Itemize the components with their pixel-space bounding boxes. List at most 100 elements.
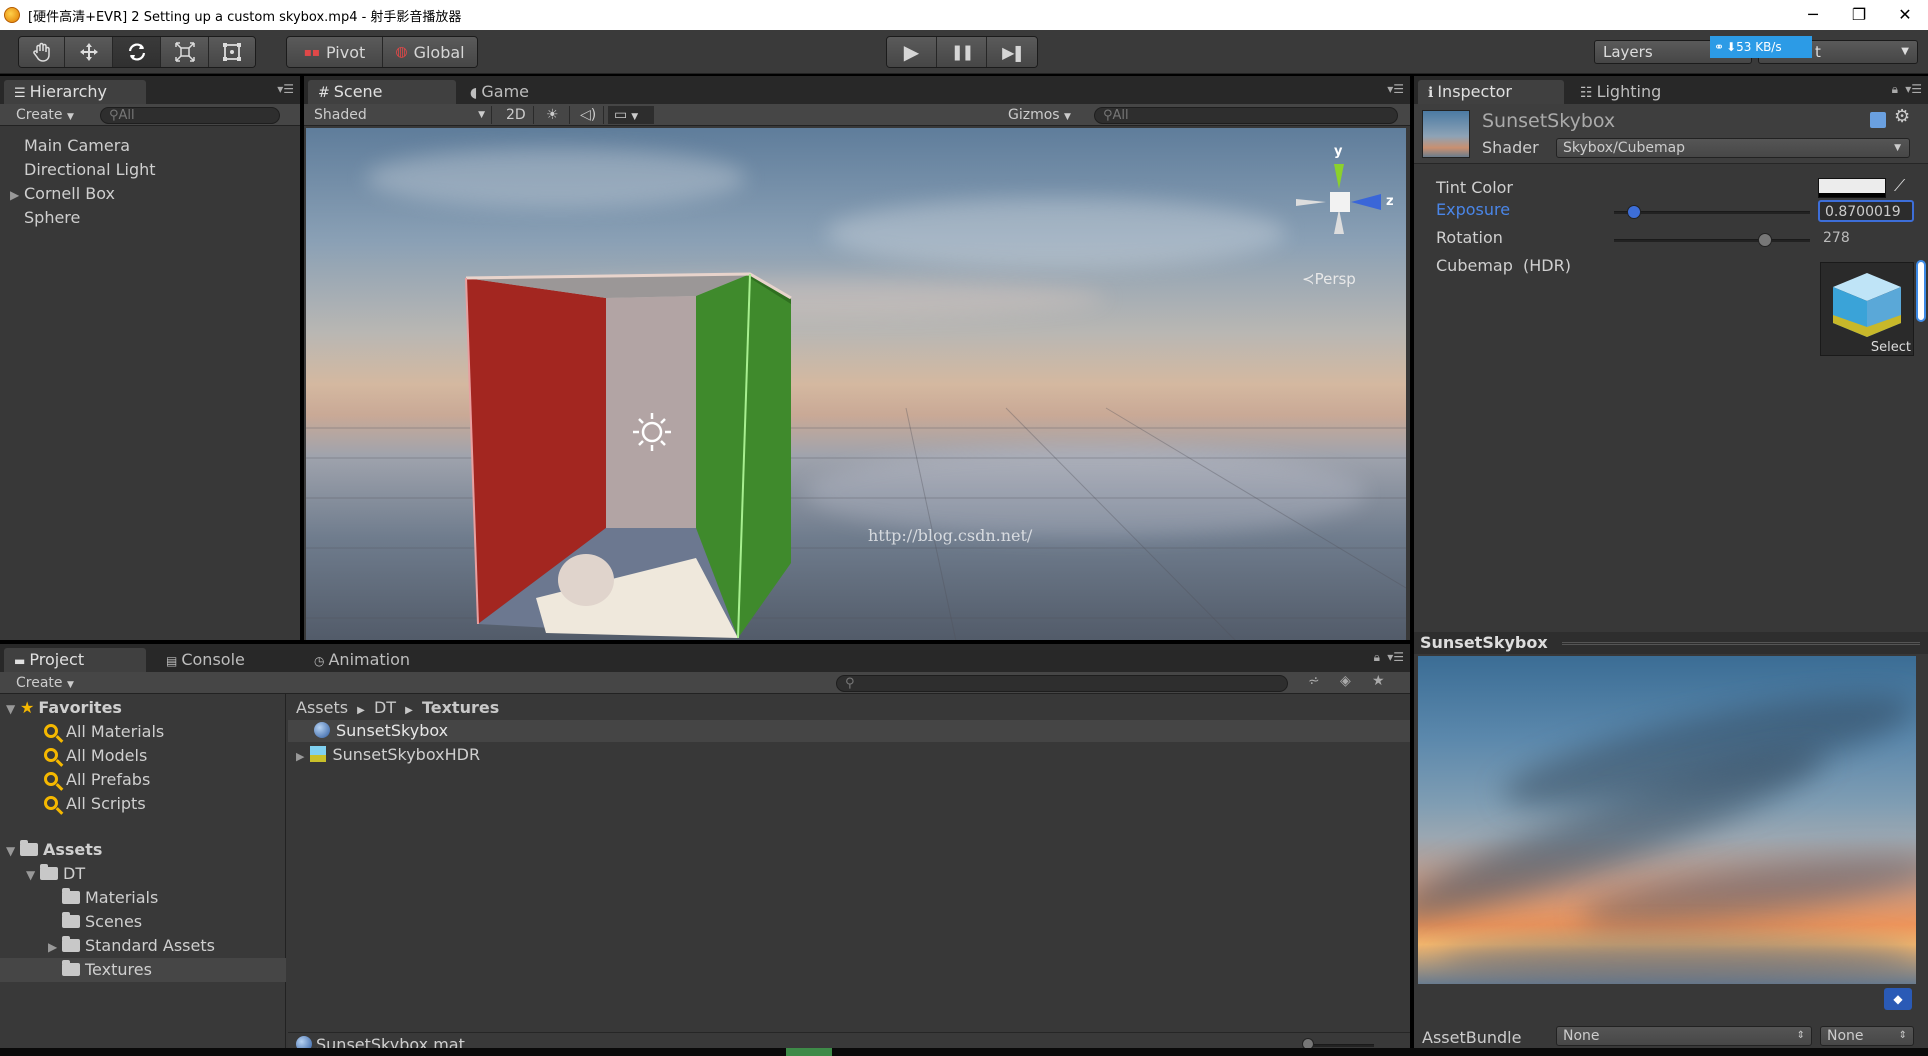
dt-folder[interactable]: ▼DT [26, 862, 85, 886]
scene-viewport[interactable]: http://blog.csdn.net/ y z ≺Persp [306, 128, 1406, 640]
assetbundle-variant-dropdown[interactable]: None⇕ [1820, 1026, 1914, 1046]
close-button[interactable]: ✕ [1882, 0, 1928, 30]
tab-game[interactable]: ◖Game [460, 80, 600, 104]
assetbundle-dropdown[interactable]: None⇕ [1556, 1026, 1812, 1046]
panel-menu-icon[interactable]: ▾☰ [277, 82, 294, 96]
preview-drag-handle[interactable] [1562, 642, 1920, 645]
favorite-item[interactable]: All Materials [44, 720, 164, 744]
hierarchy-item[interactable]: Main Camera [10, 134, 130, 158]
scroll-indicator[interactable] [1916, 260, 1926, 322]
panel-menu-icon[interactable]: ▾☰ [1387, 82, 1404, 96]
rotate-tool-button[interactable] [113, 37, 161, 67]
global-button[interactable]: ◍ Global [383, 37, 477, 67]
book-help-icon[interactable] [1870, 112, 1886, 128]
icon-size-slider[interactable] [1304, 1044, 1374, 1047]
tab-inspector[interactable]: ℹInspector [1418, 80, 1564, 104]
updown-arrow-icon: ⇕ [1797, 1027, 1805, 1045]
minimize-button[interactable]: ─ [1790, 0, 1836, 30]
play-button[interactable]: ▶ [887, 37, 937, 67]
mode-2d-button[interactable]: 2D [500, 106, 534, 124]
video-progress-strip[interactable] [0, 1048, 1928, 1056]
projection-label[interactable]: ≺Persp [1302, 270, 1356, 288]
favorite-item[interactable]: All Scripts [44, 792, 146, 816]
skybox-preview-image[interactable] [1418, 656, 1916, 984]
hierarchy-item[interactable]: ▶Cornell Box [10, 182, 115, 206]
gizmos-dropdown[interactable]: Gizmos ▼ [1002, 106, 1077, 124]
lock-icon[interactable]: 🔒︎ [1892, 82, 1898, 97]
file-item-selected[interactable]: SunsetSkybox [288, 720, 1410, 742]
exposure-input[interactable]: 0.8700019 [1818, 200, 1914, 222]
file-item[interactable]: ▶SunsetSkyboxHDR [288, 744, 1410, 766]
expand-arrow-icon[interactable]: ▶ [296, 750, 304, 763]
search-icon [44, 796, 58, 810]
gear-icon[interactable]: ⚙ [1894, 106, 1910, 127]
exposure-slider-knob[interactable] [1627, 205, 1641, 219]
favorite-star-icon[interactable]: ★ [1372, 673, 1385, 689]
video-progress-fill [786, 1048, 832, 1056]
scene-lighting-toggle[interactable]: ☀ [540, 106, 570, 124]
cornell-box[interactable] [466, 274, 791, 638]
tab-project[interactable]: ▬Project [4, 648, 146, 672]
project-search-input[interactable]: ⚲ [836, 675, 1288, 692]
move-tool-button[interactable] [65, 37, 113, 67]
step-button[interactable]: ▶❚ [987, 37, 1037, 67]
scene-effects-dropdown[interactable]: ▭▼ [608, 106, 654, 124]
favorite-item[interactable]: All Models [44, 744, 147, 768]
favorites-header[interactable]: ▼★Favorites [6, 696, 122, 720]
rotation-slider-track[interactable] [1614, 239, 1810, 242]
folder-item[interactable]: Scenes [48, 910, 142, 934]
scale-tool-button[interactable] [161, 37, 209, 67]
shader-label: Shader [1482, 138, 1539, 157]
folder-icon [62, 963, 80, 976]
panel-menu-icon[interactable]: ▾☰ [1387, 650, 1404, 664]
tab-console[interactable]: ▤Console [156, 648, 296, 672]
tab-hierarchy[interactable]: ☰Hierarchy [4, 80, 146, 104]
cubemap-slot[interactable]: Select [1820, 262, 1914, 356]
scene-search-input[interactable]: ⚲All [1094, 107, 1398, 124]
panel-menu-icon[interactable]: ▾☰ [1905, 82, 1922, 96]
sphere[interactable] [558, 554, 614, 606]
lock-icon[interactable]: 🔒︎ [1374, 650, 1380, 665]
project-create-button[interactable]: Create ▼ [10, 674, 80, 692]
speaker-icon: ◁) [580, 107, 596, 123]
rect-tool-button[interactable] [209, 37, 255, 67]
breadcrumb-item-current[interactable]: Textures [422, 698, 499, 717]
preview-label-icon[interactable]: ◆ [1884, 988, 1912, 1010]
scene-tabbar: #Scene ◖Game ▾☰ [304, 76, 1410, 104]
assets-folder[interactable]: ▼Assets [6, 838, 102, 862]
exposure-slider-track[interactable] [1614, 211, 1810, 214]
folder-item[interactable]: Materials [48, 886, 158, 910]
filter-by-label-icon[interactable]: ◈ [1340, 673, 1351, 689]
cubemap-select-button[interactable]: Select [1871, 340, 1911, 355]
breadcrumb-item[interactable]: Assets [296, 698, 348, 717]
breadcrumb-item[interactable]: DT [374, 698, 396, 717]
folder-item[interactable]: ▶Standard Assets [48, 934, 215, 958]
hierarchy-search-input[interactable]: ⚲All [100, 107, 280, 124]
pause-button[interactable]: ❚❚ [937, 37, 987, 67]
tab-lighting[interactable]: ☷Lighting [1570, 80, 1720, 104]
eyedropper-icon[interactable]: ⟋ [1894, 176, 1905, 196]
hierarchy-item[interactable]: Sphere [10, 206, 80, 230]
favorite-item[interactable]: All Prefabs [44, 768, 150, 792]
pivot-button[interactable]: ▪▪ Pivot [287, 37, 383, 67]
network-icon: ⚭ [1714, 40, 1724, 54]
hand-tool-button[interactable] [19, 37, 65, 67]
image-icon: ▭ [614, 107, 627, 123]
tab-animation[interactable]: ◷Animation [304, 648, 454, 672]
rotation-input[interactable]: 278 [1818, 228, 1914, 250]
shading-mode-dropdown[interactable]: Shaded▼ [308, 106, 492, 124]
tab-scene[interactable]: #Scene [308, 80, 456, 104]
tint-color-field[interactable] [1818, 178, 1886, 198]
filter-by-type-icon[interactable]: ⩫ [1308, 673, 1320, 689]
hand-icon [31, 41, 53, 63]
orientation-gizmo[interactable]: y z ≺Persp [1286, 144, 1396, 284]
shader-dropdown[interactable]: Skybox/Cubemap ▼ [1556, 138, 1910, 158]
hierarchy-create-button[interactable]: Create ▼ [10, 106, 80, 124]
rotation-slider-knob[interactable] [1758, 233, 1772, 247]
restore-button[interactable]: ❐ [1836, 0, 1882, 30]
search-icon [44, 724, 58, 738]
expand-arrow-icon[interactable]: ▶ [10, 183, 24, 207]
scene-audio-toggle[interactable]: ◁) [574, 106, 604, 124]
folder-item-selected[interactable]: Textures [0, 958, 286, 982]
hierarchy-item[interactable]: Directional Light [10, 158, 156, 182]
